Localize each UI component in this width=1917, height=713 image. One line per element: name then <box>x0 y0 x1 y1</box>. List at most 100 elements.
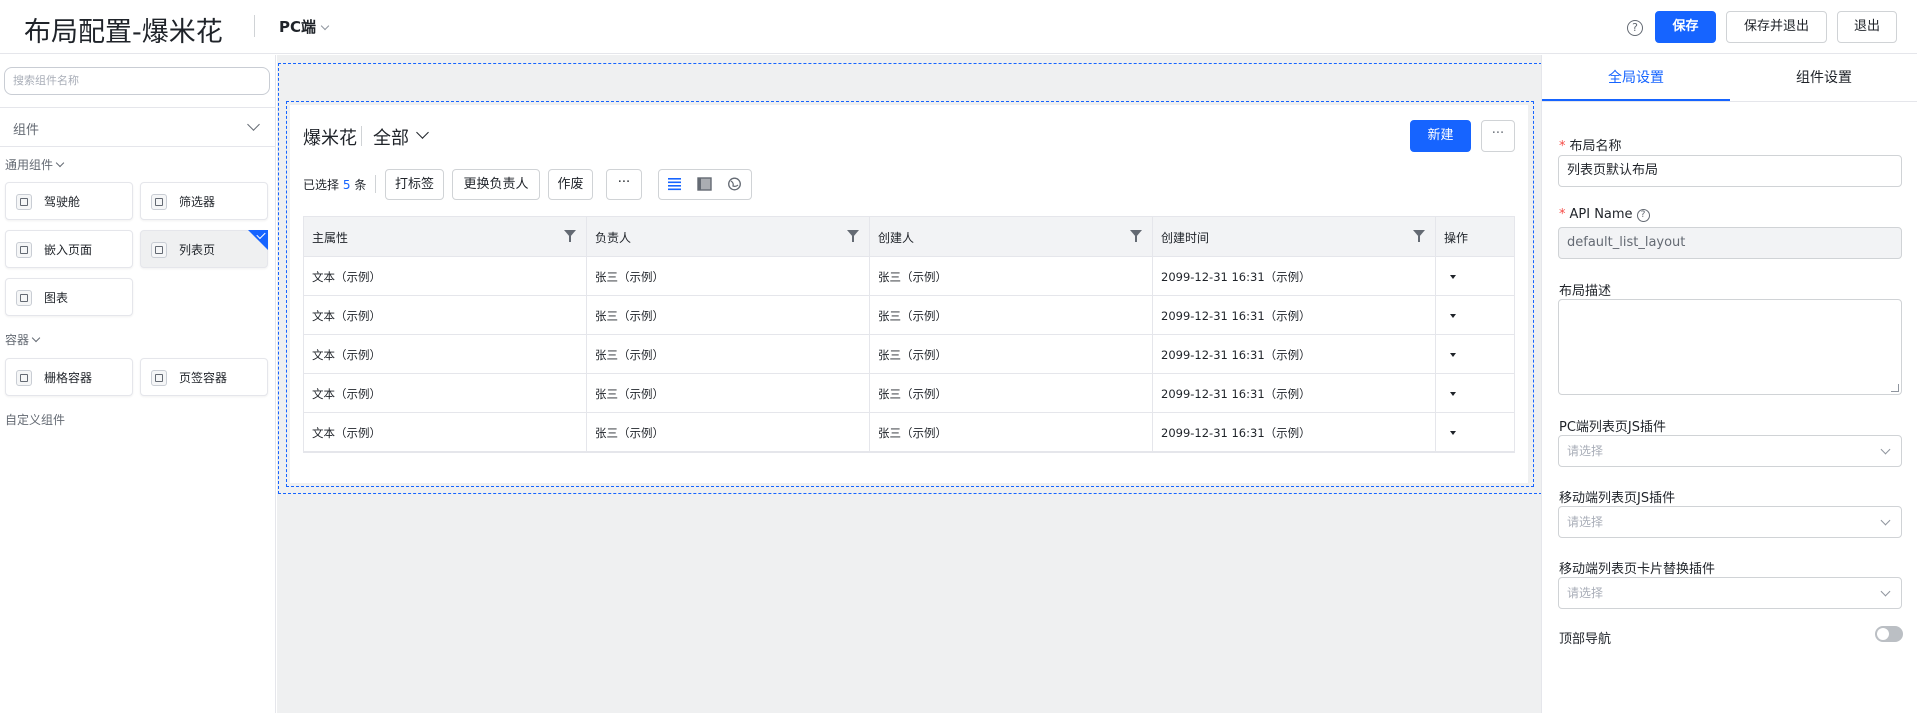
component-item[interactable]: 驾驶舱 <box>5 182 133 220</box>
tab-global-settings[interactable]: 全局设置 <box>1542 55 1730 101</box>
column-header[interactable]: 创建时间 <box>1153 217 1436 257</box>
chevron-down-icon <box>55 158 65 168</box>
cell-created-time: 2099-12-31 16:31（示例） <box>1161 387 1311 401</box>
section-custom-components[interactable]: 自定义组件 <box>5 411 1618 428</box>
filter-icon[interactable] <box>564 230 576 242</box>
component-item[interactable]: 页签容器 <box>140 358 268 396</box>
component-item[interactable]: 嵌入页面 <box>5 230 133 268</box>
exit-button[interactable]: 退出 <box>1837 11 1897 43</box>
device-switcher[interactable]: PC端 <box>279 16 330 37</box>
list-view-icon[interactable] <box>667 177 682 195</box>
row-actions-caret-icon[interactable] <box>1450 353 1456 357</box>
component-icon <box>151 370 167 386</box>
component-item[interactable]: 栅格容器 <box>5 358 133 396</box>
filter-icon[interactable] <box>1413 230 1425 242</box>
table-row[interactable]: 文本（示例） 张三（示例） 张三（示例） 2099-12-31 16:31（示例… <box>304 296 1514 335</box>
device-label: PC端 <box>279 18 317 36</box>
api-name-label: * API Name? <box>1559 207 1650 223</box>
label-text: API Name <box>1569 207 1633 222</box>
cell-creator: 张三（示例） <box>878 309 947 323</box>
mobile-plugin-select[interactable]: 请选择 <box>1558 506 1902 538</box>
change-owner-button[interactable]: 更换负责人 <box>452 169 540 200</box>
help-icon[interactable]: ? <box>1627 20 1643 36</box>
row-actions-caret-icon[interactable] <box>1450 314 1456 318</box>
category-select-value: 组件 <box>13 123 40 138</box>
component-icon <box>151 242 167 258</box>
cell-owner: 张三（示例） <box>595 270 664 284</box>
cell-primary: 文本（示例） <box>312 270 381 284</box>
section-common-components[interactable]: 通用组件 <box>5 156 65 173</box>
save-button[interactable]: 保存 <box>1655 11 1716 43</box>
selected-count: 5 <box>342 178 351 192</box>
component-icon <box>151 194 167 210</box>
title-divider <box>361 126 362 146</box>
column-header[interactable]: 主属性 <box>304 217 587 257</box>
chevron-down-icon <box>247 118 260 131</box>
table-row[interactable]: 文本（示例） 张三（示例） 张三（示例） 2099-12-31 16:31（示例… <box>304 374 1514 413</box>
component-label: 页签容器 <box>179 371 228 385</box>
table-row[interactable]: 文本（示例） 张三（示例） 张三（示例） 2099-12-31 16:31（示例… <box>304 413 1514 452</box>
section-containers[interactable]: 容器 <box>5 331 41 348</box>
table-view-icon[interactable] <box>697 177 712 195</box>
section-label: 通用组件 <box>5 158 54 172</box>
component-item[interactable]: 筛选器 <box>140 182 268 220</box>
label-text: 布局名称 <box>1569 139 1622 154</box>
column-header: 操作 <box>1436 217 1514 257</box>
filter-icon[interactable] <box>847 230 859 242</box>
chevron-down-icon <box>1880 515 1891 526</box>
chevron-down-icon <box>1880 444 1891 455</box>
new-record-button[interactable]: 新建 <box>1410 120 1471 152</box>
tabs-divider <box>1542 101 1917 102</box>
cell-primary: 文本（示例） <box>312 387 381 401</box>
mobile-card-plugin-select[interactable]: 请选择 <box>1558 577 1902 609</box>
section-label: 容器 <box>5 333 30 347</box>
view-selector[interactable]: 全部 <box>373 124 409 150</box>
page-title: 布局配置-爆米花 <box>24 17 223 48</box>
globe-icon[interactable] <box>727 177 742 195</box>
required-mark: * <box>1559 207 1566 222</box>
component-category-select[interactable]: 组件 <box>0 107 276 147</box>
table-row[interactable]: 文本（示例） 张三（示例） 张三（示例） 2099-12-31 16:31（示例… <box>304 335 1514 374</box>
table-row[interactable]: 文本（示例） 张三（示例） 张三（示例） 2099-12-31 16:31（示例… <box>304 257 1514 296</box>
top-nav-toggle[interactable] <box>1875 626 1903 642</box>
top-nav-label: 顶部导航 <box>1559 632 1612 647</box>
list-title: 爆米花 <box>303 128 357 149</box>
cell-primary: 文本（示例） <box>312 348 381 362</box>
component-search-input[interactable]: 搜索组件名称 <box>4 67 270 95</box>
component-item[interactable]: 图表 <box>5 278 133 316</box>
column-header[interactable]: 负责人 <box>587 217 870 257</box>
row-actions-caret-icon[interactable] <box>1450 392 1456 396</box>
cell-owner: 张三（示例） <box>595 348 664 362</box>
top-header: 布局配置-爆米花 PC端 ? 保存 保存并退出 退出 <box>0 0 1917 54</box>
cell-creator: 张三（示例） <box>878 270 947 284</box>
column-header-label: 操作 <box>1444 231 1469 245</box>
more-options-button[interactable]: ··· <box>1481 120 1515 152</box>
pc-plugin-select[interactable]: 请选择 <box>1558 435 1902 467</box>
toolbar-divider <box>375 175 376 193</box>
component-label: 栅格容器 <box>44 371 93 385</box>
row-actions-caret-icon[interactable] <box>1450 275 1456 279</box>
select-placeholder: 请选择 <box>1567 515 1604 529</box>
tab-component-settings[interactable]: 组件设置 <box>1730 55 1917 101</box>
selection-summary: 已选择 5 条 <box>303 176 366 193</box>
column-header[interactable]: 创建人 <box>870 217 1153 257</box>
component-item-selected[interactable]: 列表页 <box>140 229 268 268</box>
more-actions-button[interactable]: ··· <box>606 169 642 200</box>
mobile-card-plugin-label: 移动端列表页卡片替换插件 <box>1559 562 1716 577</box>
help-icon[interactable]: ? <box>1636 209 1650 222</box>
chevron-down-icon <box>1880 586 1891 597</box>
settings-panel: 全局设置 组件设置 * 布局名称 列表页默认布局 * API Name? defau… <box>1541 55 1917 713</box>
layout-name-label: * 布局名称 <box>1559 135 1622 154</box>
component-icon <box>16 370 32 386</box>
view-mode-switcher <box>658 169 752 200</box>
layout-description-textarea[interactable] <box>1558 299 1902 395</box>
chevron-down-icon <box>320 21 330 31</box>
resize-handle[interactable] <box>1891 384 1899 392</box>
layout-name-input[interactable]: 列表页默认布局 <box>1558 155 1902 187</box>
tag-button[interactable]: 打标签 <box>385 169 444 200</box>
component-label: 图表 <box>44 291 69 305</box>
filter-icon[interactable] <box>1130 230 1142 242</box>
void-button[interactable]: 作废 <box>548 169 593 200</box>
save-and-exit-button[interactable]: 保存并退出 <box>1726 11 1827 43</box>
row-actions-caret-icon[interactable] <box>1450 431 1456 435</box>
